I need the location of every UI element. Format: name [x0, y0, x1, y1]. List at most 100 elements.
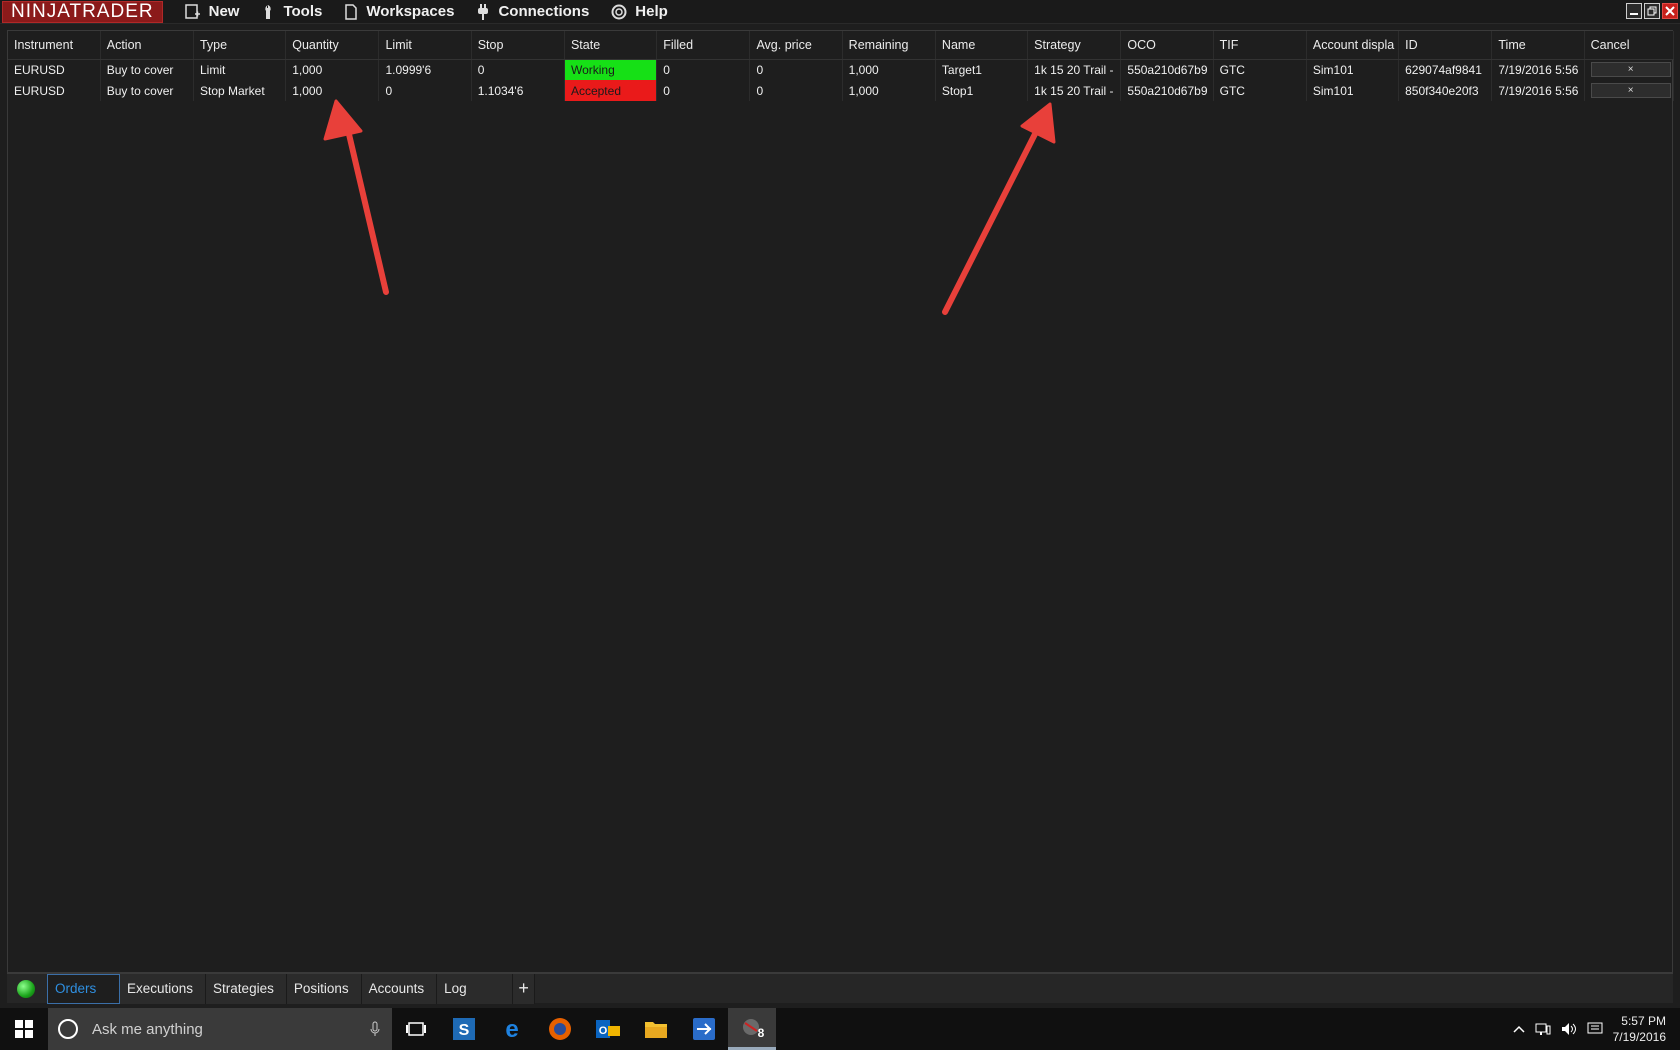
- ninjatrader-logo: NINJATRADER: [2, 1, 163, 23]
- cell-limit[interactable]: 0: [378, 80, 472, 101]
- lifebuoy-icon: [611, 4, 627, 19]
- outlook-icon[interactable]: O: [584, 1008, 632, 1050]
- restore-button[interactable]: [1644, 3, 1660, 19]
- chevron-up-icon[interactable]: [1513, 1025, 1525, 1033]
- cell-stop[interactable]: 1.1034'6: [471, 80, 565, 101]
- menu-new[interactable]: New: [184, 3, 240, 20]
- cell-avg-price: 0: [749, 80, 843, 101]
- svg-text:S: S: [459, 1022, 470, 1039]
- task-view-icon[interactable]: [392, 1008, 440, 1050]
- clock-date: 7/19/2016: [1612, 1030, 1666, 1044]
- add-tab-button[interactable]: +: [513, 973, 536, 1004]
- cell-strategy: 1k 15 20 Trail -: [1027, 80, 1122, 101]
- skype-icon[interactable]: S: [440, 1008, 488, 1050]
- windows-logo-icon: [15, 1020, 33, 1038]
- column-header[interactable]: OCO: [1120, 31, 1214, 60]
- cell-remaining: 1,000: [842, 80, 936, 101]
- cell-type: Stop Market: [193, 80, 287, 101]
- microphone-icon[interactable]: [370, 1021, 380, 1037]
- cell-account: Sim101: [1306, 59, 1400, 80]
- minimize-button[interactable]: [1626, 3, 1642, 19]
- volume-icon[interactable]: [1561, 1022, 1577, 1036]
- menu-tools[interactable]: Tools: [261, 3, 322, 20]
- column-header[interactable]: Account displa: [1306, 31, 1400, 60]
- cell-remaining: 1,000: [842, 59, 936, 80]
- cortana-search-box[interactable]: Ask me anything: [48, 1008, 392, 1050]
- cell-time: 7/19/2016 5:56: [1491, 59, 1585, 80]
- cell-quantity[interactable]: 1,000: [285, 80, 380, 101]
- ninjatrader-badge: 8: [757, 1025, 765, 1040]
- cell-name: Stop1: [935, 80, 1029, 101]
- bottom-tab-bar: Orders Executions Strategies Positions A…: [7, 973, 1673, 1004]
- start-button[interactable]: [0, 1008, 48, 1050]
- cell-tif: GTC: [1213, 80, 1307, 101]
- column-header[interactable]: Cancel: [1584, 31, 1675, 60]
- cell-filled: 0: [656, 80, 751, 101]
- column-header[interactable]: Limit: [378, 31, 472, 60]
- close-button[interactable]: [1662, 3, 1678, 19]
- column-header[interactable]: Quantity: [285, 31, 380, 60]
- cell-state-working: Working: [564, 59, 658, 80]
- column-header[interactable]: ID: [1398, 31, 1493, 60]
- action-center-icon[interactable]: [1587, 1022, 1603, 1036]
- menu-help[interactable]: Help: [611, 3, 668, 20]
- column-header[interactable]: Stop: [471, 31, 565, 60]
- cell-cancel: ×: [1584, 80, 1675, 101]
- cell-oco: 550a210d67b9: [1120, 59, 1214, 80]
- cancel-order-button[interactable]: ×: [1590, 83, 1671, 98]
- column-header[interactable]: Name: [935, 31, 1029, 60]
- plug-icon: [478, 3, 489, 20]
- cell-instrument: EURUSD: [8, 80, 101, 101]
- cell-quantity[interactable]: 1,000: [285, 59, 380, 80]
- menu-connections[interactable]: Connections: [476, 3, 589, 20]
- tab-positions[interactable]: Positions: [286, 973, 362, 1004]
- cell-strategy: 1k 15 20 Trail -: [1027, 59, 1122, 80]
- menu-new-label: New: [208, 3, 240, 20]
- cell-filled: 0: [656, 59, 751, 80]
- svg-text:O: O: [599, 1025, 608, 1037]
- column-header[interactable]: Action: [100, 31, 194, 60]
- cell-tif: GTC: [1213, 59, 1307, 80]
- column-header[interactable]: TIF: [1213, 31, 1307, 60]
- column-header[interactable]: Avg. price: [749, 31, 843, 60]
- cancel-order-button[interactable]: ×: [1590, 62, 1671, 78]
- ninjatrader-icon[interactable]: 8: [728, 1008, 776, 1050]
- tab-accounts[interactable]: Accounts: [361, 973, 438, 1004]
- column-header[interactable]: Instrument: [8, 31, 101, 60]
- firefox-icon[interactable]: [536, 1008, 584, 1050]
- window-controls: [1626, 3, 1678, 19]
- cell-id: 850f340e20f3: [1398, 80, 1493, 101]
- menu-workspaces[interactable]: Workspaces: [344, 3, 454, 20]
- network-icon[interactable]: [1535, 1022, 1551, 1036]
- tab-strategies[interactable]: Strategies: [206, 973, 287, 1004]
- table-row[interactable]: EURUSD Buy to cover Stop Market 1,000 0 …: [8, 80, 1675, 101]
- menu-connections-label: Connections: [498, 3, 590, 20]
- tab-log[interactable]: Log: [437, 973, 514, 1004]
- cell-state-accepted: Accepted: [564, 80, 658, 101]
- column-header[interactable]: Type: [193, 31, 287, 60]
- document-icon: [345, 3, 358, 20]
- column-header[interactable]: Time: [1491, 31, 1585, 60]
- column-header[interactable]: Strategy: [1027, 31, 1122, 60]
- search-placeholder: Ask me anything: [92, 1020, 203, 1038]
- cell-avg-price: 0: [749, 59, 843, 80]
- table-header-row: Instrument Action Type Quantity Limit St…: [8, 31, 1675, 60]
- cell-oco: 550a210d67b9: [1120, 80, 1214, 101]
- column-header[interactable]: Remaining: [842, 31, 936, 60]
- clock-time: 5:57 PM: [1621, 1014, 1666, 1028]
- tab-executions[interactable]: Executions: [120, 973, 207, 1004]
- cell-id: 629074af9841: [1398, 59, 1493, 80]
- cell-stop[interactable]: 0: [471, 59, 565, 80]
- table-row[interactable]: EURUSD Buy to cover Limit 1,000 1.0999'6…: [8, 59, 1675, 80]
- column-header[interactable]: Filled: [656, 31, 751, 60]
- file-explorer-icon[interactable]: [632, 1008, 680, 1050]
- teamviewer-icon[interactable]: [680, 1008, 728, 1050]
- menu-tools-label: Tools: [283, 3, 323, 20]
- menu-help-label: Help: [635, 3, 668, 20]
- column-header[interactable]: State: [564, 31, 658, 60]
- tab-orders[interactable]: Orders: [47, 973, 120, 1004]
- close-icon: [1665, 6, 1675, 16]
- edge-icon[interactable]: e: [488, 1008, 536, 1050]
- taskbar-clock[interactable]: 5:57 PM 7/19/2016: [1613, 1013, 1666, 1045]
- cell-limit[interactable]: 1.0999'6: [378, 59, 472, 80]
